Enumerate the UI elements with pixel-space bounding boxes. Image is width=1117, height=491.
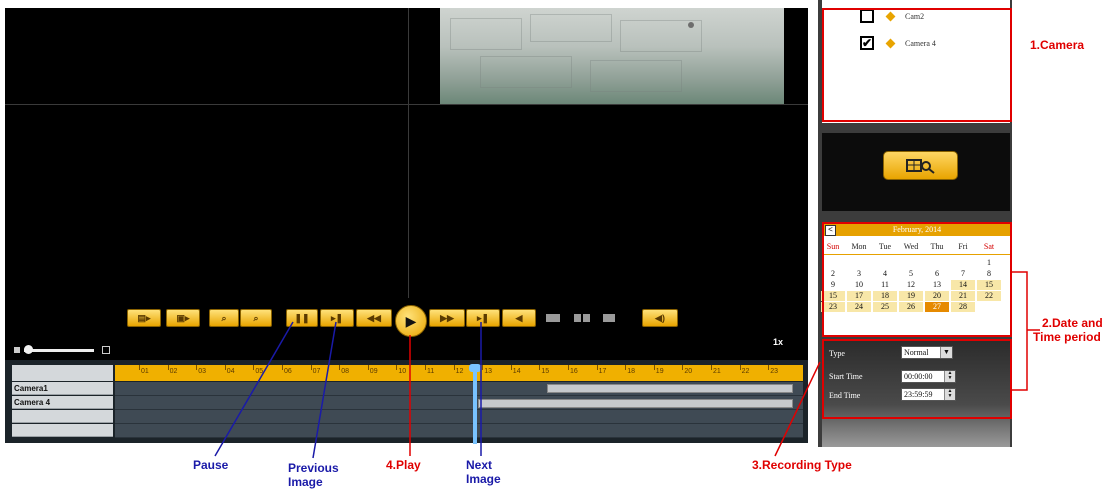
date-annotation-line1: 2.Date and [1042,316,1103,330]
next-annotation-line2: Image [466,472,501,486]
previous-annotation-line2: Image [288,475,323,489]
recording-type-annotation: 3.Recording Type [752,458,852,472]
annotation-lines [214,271,1040,459]
previous-annotation-line1: Previous [288,461,339,475]
pause-annotation: Pause [193,458,229,472]
date-annotation-line2: Time period [1033,330,1101,344]
play-annotation: 4.Play [386,458,421,472]
next-annotation-line1: Next [466,458,493,472]
camera-annotation: 1.Camera [1030,38,1085,52]
